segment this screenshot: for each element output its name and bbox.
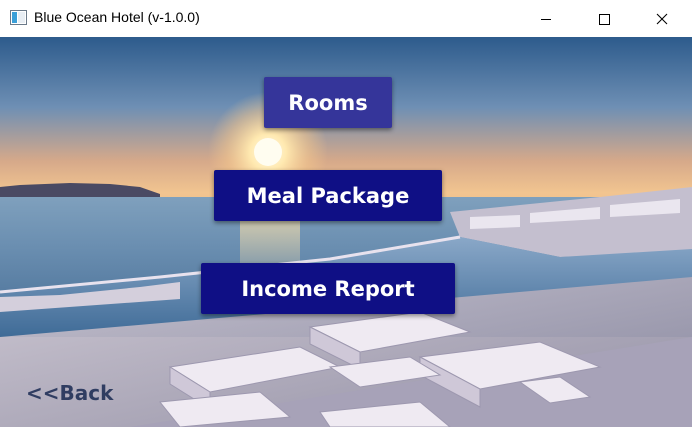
maximize-button[interactable] [581, 0, 627, 37]
window-title: Blue Ocean Hotel (v-1.0.0) [34, 9, 200, 25]
app-window-icon [10, 10, 27, 25]
meal-package-button[interactable]: Meal Package [214, 170, 442, 221]
minimize-icon [541, 18, 551, 20]
back-link[interactable]: <<Back [26, 381, 113, 405]
maximize-icon [599, 13, 610, 25]
rooms-button[interactable]: Rooms [264, 77, 392, 128]
app-window: Blue Ocean Hotel (v-1.0.0) Rooms Meal Pa… [0, 0, 692, 427]
income-report-button[interactable]: Income Report [201, 263, 455, 314]
minimize-button[interactable] [523, 0, 569, 37]
close-icon [656, 13, 668, 24]
title-bar: Blue Ocean Hotel (v-1.0.0) [0, 0, 692, 37]
close-button[interactable] [639, 0, 685, 37]
